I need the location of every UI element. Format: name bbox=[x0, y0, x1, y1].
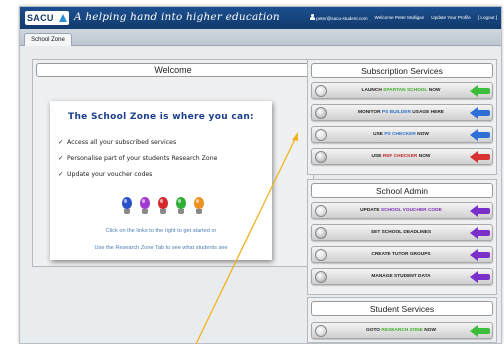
service-row-label: MONITOR PS BUILDER USAGE HERE bbox=[357, 110, 445, 115]
student-services-heading: Student Services bbox=[311, 301, 493, 316]
list-item: ✓ Access all your subscribed services bbox=[58, 139, 177, 146]
arrow-left-icon[interactable] bbox=[470, 325, 490, 337]
ref-checker-icon bbox=[315, 151, 327, 163]
blue-bulb-icon bbox=[122, 197, 132, 215]
service-row-label: MANAGE STUDENT DATA bbox=[371, 274, 431, 279]
logo-text: SACU bbox=[27, 13, 54, 23]
arrow-left-icon[interactable] bbox=[470, 151, 490, 163]
service-row-research-zone[interactable]: GOTO RESEARCH ZONE NOW bbox=[311, 322, 493, 339]
service-row-ps-builder[interactable]: MONITOR PS BUILDER USAGE HERE bbox=[311, 104, 493, 121]
service-row-voucher[interactable]: UPDATE SCHOOL VOUCHER CODE bbox=[311, 202, 493, 219]
ps-builder-icon bbox=[315, 107, 327, 119]
card-title: The School Zone is where you can: bbox=[68, 112, 254, 122]
service-row-student-data[interactable]: MANAGE STUDENT DATA bbox=[311, 268, 493, 285]
user-icon bbox=[309, 14, 315, 20]
page-frame: SACU A helping hand into higher educatio… bbox=[0, 0, 504, 344]
list-item: ✓ Update your voucher codes bbox=[58, 171, 153, 178]
top-header: SACU A helping hand into higher educatio… bbox=[20, 7, 501, 29]
service-row-label: UPDATE SCHOOL VOUCHER CODE bbox=[360, 208, 442, 213]
arrow-left-icon[interactable] bbox=[470, 107, 490, 119]
service-row-ref-checker[interactable]: USE REF CHECKER NOW bbox=[311, 148, 493, 165]
school-admin-panel: School Admin UPDATE SCHOOL VOUCHER CODE S… bbox=[307, 179, 497, 295]
voucher-icon bbox=[315, 205, 327, 217]
spartan-icon bbox=[315, 85, 327, 97]
logout-link[interactable]: [ Logout ] bbox=[478, 15, 497, 20]
research-zone-icon bbox=[315, 325, 327, 337]
purple-bulb-icon bbox=[140, 197, 150, 215]
green-bulb-icon bbox=[176, 197, 186, 215]
arrow-left-icon[interactable] bbox=[470, 205, 490, 217]
arrow-left-icon[interactable] bbox=[470, 129, 490, 141]
service-row-ps-checker[interactable]: USE PS CHECKER NOW bbox=[311, 126, 493, 143]
student-data-icon bbox=[315, 271, 327, 283]
service-row-label: USE PS CHECKER NOW bbox=[373, 132, 429, 137]
tab-school-zone[interactable]: School Zone bbox=[24, 33, 72, 46]
subscription-services-panel: Subscription Services LAUNCH SPARTAN SCH… bbox=[307, 59, 497, 175]
service-row-label: SET SCHOOL DEADLINES bbox=[370, 230, 432, 235]
service-row-label: LAUNCH SPARTAN SCHOOL NOW bbox=[361, 88, 441, 93]
user-links: peter@sacu-student.com Welcome Peter Mul… bbox=[309, 14, 497, 21]
user-email-link[interactable]: peter@sacu-student.com bbox=[309, 14, 368, 21]
welcome-user: Welcome Peter Mulligan bbox=[374, 15, 425, 20]
tab-bar: School Zone bbox=[20, 29, 501, 46]
deadlines-icon bbox=[315, 227, 327, 239]
info-card: The School Zone is where you can: ✓ Acces… bbox=[50, 101, 272, 260]
check-icon: ✓ bbox=[58, 155, 64, 162]
service-row-spartan[interactable]: LAUNCH SPARTAN SCHOOL NOW bbox=[311, 82, 493, 99]
subscription-services-heading: Subscription Services bbox=[311, 63, 493, 78]
list-item: ✓ Personalise part of your students Resea… bbox=[58, 155, 218, 162]
red-bulb-icon bbox=[158, 197, 168, 215]
arrow-left-icon[interactable] bbox=[470, 227, 490, 239]
welcome-panel: Welcome The School Zone is where you can… bbox=[32, 59, 314, 267]
app-window: SACU A helping hand into higher educatio… bbox=[19, 6, 502, 344]
sacu-logo[interactable]: SACU bbox=[25, 11, 69, 25]
arrow-left-icon[interactable] bbox=[470, 249, 490, 261]
tagline: A helping hand into higher education bbox=[74, 11, 280, 23]
service-row-label: CREATE TUTOR GROUPS bbox=[371, 252, 431, 257]
logo-arrow-icon bbox=[59, 14, 67, 22]
service-row-tutor-groups[interactable]: CREATE TUTOR GROUPS bbox=[311, 246, 493, 263]
arrow-left-icon[interactable] bbox=[470, 85, 490, 97]
service-row-label: GOTO RESEARCH ZONE NOW bbox=[365, 328, 436, 333]
check-icon: ✓ bbox=[58, 171, 64, 178]
update-profile-link[interactable]: Update Your Profile bbox=[431, 15, 471, 20]
service-row-deadlines[interactable]: SET SCHOOL DEADLINES bbox=[311, 224, 493, 241]
arrow-left-icon[interactable] bbox=[470, 271, 490, 283]
orange-bulb-icon bbox=[194, 197, 204, 215]
tutor-groups-icon bbox=[315, 249, 327, 261]
welcome-heading: Welcome bbox=[36, 63, 310, 77]
check-icon: ✓ bbox=[58, 139, 64, 146]
bulb-row bbox=[122, 197, 204, 215]
user-email: peter@sacu-student.com bbox=[316, 16, 368, 21]
service-row-label: USE REF CHECKER NOW bbox=[371, 154, 431, 159]
school-admin-heading: School Admin bbox=[311, 183, 493, 198]
hint-text: Click on the links to the right to get s… bbox=[105, 228, 217, 234]
ps-checker-icon bbox=[315, 129, 327, 141]
hint-text: Use the Research Zone Tab to see what st… bbox=[94, 245, 228, 251]
student-services-panel: Student Services GOTO RESEARCH ZONE NOW bbox=[307, 297, 497, 343]
